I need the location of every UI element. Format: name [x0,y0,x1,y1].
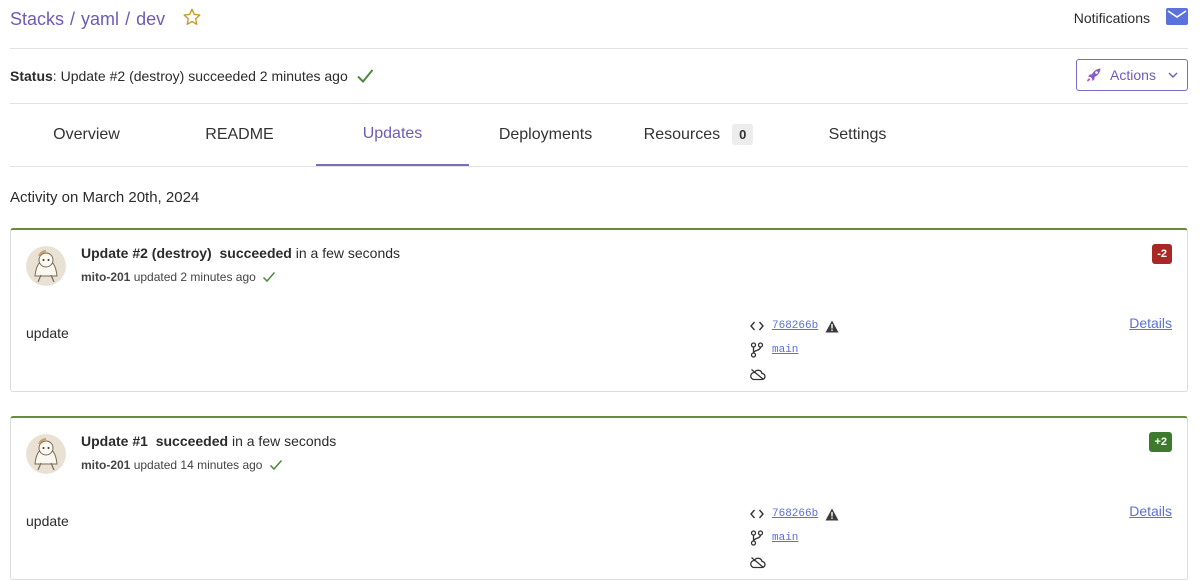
warning-icon [825,508,839,521]
commit-link[interactable]: 768266b [772,320,818,332]
update-time: updated 14 minutes ago [133,458,263,472]
status-bar: Status: Update #2 (destroy) succeeded 2 … [10,49,1188,104]
tab-label: README [205,125,274,143]
commit-link[interactable]: 768266b [772,508,818,520]
status-label: Status [10,68,53,84]
tab-deployments[interactable]: Deployments [469,104,622,165]
code-icon [750,509,772,519]
top-bar: Stacks / yaml / dev Notifications [10,0,1188,49]
update-message: update [26,513,69,529]
notifications-link[interactable]: Notifications [1074,8,1188,28]
breadcrumb-separator: / [70,9,76,29]
breadcrumb-stacks[interactable]: Stacks [10,9,64,29]
check-icon [356,68,374,87]
git-branch-icon [750,342,772,358]
resource-change-badge: +2 [1149,432,1172,452]
envelope-icon [1166,8,1188,28]
tab-readme[interactable]: README [163,104,316,165]
notifications-label: Notifications [1073,10,1150,26]
breadcrumb-stack[interactable]: dev [136,9,165,29]
check-icon [263,272,276,283]
cloud-off-icon [750,556,772,569]
actions-label: Actions [1110,67,1156,83]
update-title: Update #1 succeeded in a few seconds [81,433,336,449]
update-subline: mito-201 updated 2 minutes ago [81,270,276,284]
stack-status: Status: Update #2 (destroy) succeeded 2 … [10,68,374,87]
tab-overview[interactable]: Overview [10,104,163,165]
update-card: Update #1 succeeded in a few seconds mit… [10,416,1188,580]
update-user: mito-201 [81,270,131,284]
breadcrumb-project[interactable]: yaml [81,9,119,29]
star-icon[interactable] [182,7,202,32]
tab-label: Settings [828,125,887,143]
details-link[interactable]: Details [1129,503,1172,519]
code-icon [750,321,772,331]
stack-tabs: Overview README Updates Deployments Reso… [10,104,1188,167]
details-link[interactable]: Details [1129,315,1172,331]
resource-count-badge: 0 [732,124,754,145]
check-icon [269,460,282,471]
rocket-icon [1086,68,1101,82]
tab-label: Deployments [498,125,593,143]
update-when: in a few seconds [295,245,401,261]
update-meta: 768266b main [750,314,839,386]
tab-settings[interactable]: Settings [781,104,934,165]
resource-change-badge: -2 [1152,244,1172,264]
branch-link[interactable]: main [772,532,798,544]
tab-label: Resources [643,125,721,143]
update-result: succeeded [155,433,229,449]
cloud-off-icon [750,368,772,381]
status-text: Update #2 (destroy) succeeded 2 minutes … [60,68,348,84]
avatar [26,434,66,474]
update-message: update [26,325,69,341]
breadcrumb: Stacks / yaml / dev [10,7,202,32]
update-subline: mito-201 updated 14 minutes ago [81,458,283,472]
actions-button[interactable]: Actions [1076,59,1188,91]
update-meta: 768266b main [750,502,839,574]
update-card: Update #2 (destroy) succeeded in a few s… [10,228,1188,392]
update-when: in a few seconds [231,433,337,449]
breadcrumb-separator: / [125,9,131,29]
update-user: mito-201 [81,458,131,472]
chevron-down-icon [1168,72,1178,78]
tab-label: Overview [53,125,120,143]
update-name: Update #2 (destroy) [81,245,212,261]
tab-resources[interactable]: Resources 0 [622,104,775,165]
update-time: updated 2 minutes ago [133,270,256,284]
git-branch-icon [750,530,772,546]
update-result: succeeded [219,245,292,261]
branch-link[interactable]: main [772,344,798,356]
update-name: Update #1 [81,433,148,449]
tab-updates[interactable]: Updates [316,104,469,166]
update-title: Update #2 (destroy) succeeded in a few s… [81,245,400,261]
tab-label: Updates [362,125,423,142]
warning-icon [825,320,839,333]
activity-heading: Activity on March 20th, 2024 [10,189,200,206]
avatar [26,246,66,286]
